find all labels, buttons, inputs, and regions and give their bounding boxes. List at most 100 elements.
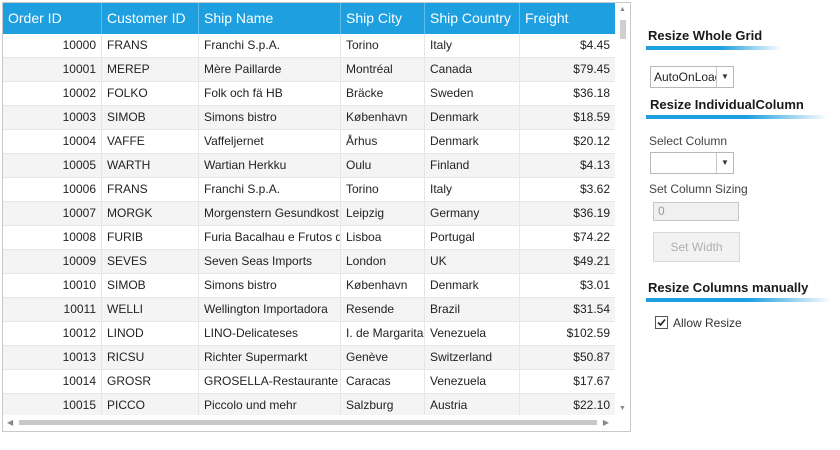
cell-ship-country[interactable]: Switzerland	[425, 346, 520, 369]
cell-ship-name[interactable]: Folk och fä HB	[199, 82, 341, 105]
cell-ship-city[interactable]: København	[341, 106, 425, 129]
cell-ship-city[interactable]: Montréal	[341, 58, 425, 81]
cell-customer-id[interactable]: SIMOB	[102, 106, 199, 129]
cell-ship-city[interactable]: Leipzig	[341, 202, 425, 225]
table-row[interactable]: 10002 FOLKO Folk och fä HB Bräcke Sweden $36.…	[3, 82, 615, 106]
column-header-ship-country[interactable]: Ship Country	[425, 3, 520, 34]
table-row[interactable]: 10007 MORGK Morgenstern Gesundkost Leipzig G…	[3, 202, 615, 226]
cell-order-id[interactable]: 10013	[3, 346, 102, 369]
table-row[interactable]: 10009 SEVES Seven Seas Imports London UK $49.…	[3, 250, 615, 274]
horizontal-scroll-thumb[interactable]	[19, 420, 597, 425]
cell-customer-id[interactable]: SEVES	[102, 250, 199, 273]
table-row[interactable]: 10013 RICSU Richter Supermarkt Genève Switze…	[3, 346, 615, 370]
scroll-down-arrow-icon[interactable]: ▼	[619, 405, 626, 412]
cell-freight[interactable]: $49.21	[520, 250, 615, 273]
cell-ship-country[interactable]: Austria	[425, 394, 520, 417]
cell-customer-id[interactable]: FRANS	[102, 34, 199, 57]
cell-ship-country[interactable]: Brazil	[425, 298, 520, 321]
cell-order-id[interactable]: 10007	[3, 202, 102, 225]
cell-freight[interactable]: $3.62	[520, 178, 615, 201]
cell-ship-country[interactable]: Venezuela	[425, 370, 520, 393]
cell-ship-country[interactable]: Italy	[425, 34, 520, 57]
cell-ship-city[interactable]: Århus	[341, 130, 425, 153]
cell-freight[interactable]: $102.59	[520, 322, 615, 345]
scroll-up-arrow-icon[interactable]: ▲	[619, 6, 626, 13]
cell-ship-country[interactable]: Finland	[425, 154, 520, 177]
cell-freight[interactable]: $20.12	[520, 130, 615, 153]
column-header-ship-name[interactable]: Ship Name	[199, 3, 341, 34]
cell-customer-id[interactable]: WARTH	[102, 154, 199, 177]
cell-order-id[interactable]: 10011	[3, 298, 102, 321]
cell-order-id[interactable]: 10009	[3, 250, 102, 273]
table-row[interactable]: 10012 LINOD LINO-Delicateses I. de Margarit…	[3, 322, 615, 346]
column-header-order-id[interactable]: Order ID	[3, 3, 102, 34]
chevron-down-icon[interactable]: ▼	[716, 67, 733, 87]
cell-ship-name[interactable]: Wartian Herkku	[199, 154, 341, 177]
cell-ship-name[interactable]: GROSELLA-Restaurante	[199, 370, 341, 393]
column-header-freight[interactable]: Freight	[520, 3, 615, 34]
cell-order-id[interactable]: 10012	[3, 322, 102, 345]
cell-customer-id[interactable]: GROSR	[102, 370, 199, 393]
cell-order-id[interactable]: 10005	[3, 154, 102, 177]
cell-customer-id[interactable]: RICSU	[102, 346, 199, 369]
chevron-down-icon[interactable]: ▼	[716, 153, 733, 173]
cell-ship-country[interactable]: Denmark	[425, 274, 520, 297]
vertical-scrollbar[interactable]: ▲ ▼	[616, 3, 630, 415]
cell-ship-name[interactable]: Simons bistro	[199, 106, 341, 129]
cell-ship-country[interactable]: Sweden	[425, 82, 520, 105]
cell-freight[interactable]: $4.45	[520, 34, 615, 57]
cell-customer-id[interactable]: VAFFE	[102, 130, 199, 153]
cell-ship-city[interactable]: København	[341, 274, 425, 297]
table-row[interactable]: 10006 FRANS Franchi S.p.A. Torino Italy $3.62	[3, 178, 615, 202]
cell-freight[interactable]: $50.87	[520, 346, 615, 369]
scroll-right-arrow-icon[interactable]: ▶	[603, 418, 609, 427]
table-row[interactable]: 10010 SIMOB Simons bistro København Denmark $…	[3, 274, 615, 298]
vertical-scroll-thumb[interactable]	[620, 20, 626, 39]
cell-ship-city[interactable]: Resende	[341, 298, 425, 321]
cell-customer-id[interactable]: WELLI	[102, 298, 199, 321]
horizontal-scrollbar[interactable]: ◀ ▶	[3, 415, 615, 431]
cell-ship-city[interactable]: Genève	[341, 346, 425, 369]
cell-ship-city[interactable]: London	[341, 250, 425, 273]
table-row[interactable]: 10000 FRANS Franchi S.p.A. Torino Italy $4.45	[3, 34, 615, 58]
table-row[interactable]: 10003 SIMOB Simons bistro København Denmark $…	[3, 106, 615, 130]
cell-order-id[interactable]: 10002	[3, 82, 102, 105]
cell-ship-city[interactable]: Torino	[341, 34, 425, 57]
cell-ship-country[interactable]: Portugal	[425, 226, 520, 249]
cell-customer-id[interactable]: FOLKO	[102, 82, 199, 105]
cell-freight[interactable]: $79.45	[520, 58, 615, 81]
allow-resize-label[interactable]: Allow Resize	[673, 316, 742, 330]
table-row[interactable]: 10004 VAFFE Vaffeljernet Århus Denmark $20.12	[3, 130, 615, 154]
cell-order-id[interactable]: 10010	[3, 274, 102, 297]
cell-ship-name[interactable]: Furia Bacalhau e Frutos do Mar	[199, 226, 341, 249]
cell-ship-name[interactable]: Franchi S.p.A.	[199, 178, 341, 201]
cell-ship-city[interactable]: Lisboa	[341, 226, 425, 249]
cell-ship-name[interactable]: Morgenstern Gesundkost	[199, 202, 341, 225]
cell-ship-country[interactable]: Italy	[425, 178, 520, 201]
cell-freight[interactable]: $36.18	[520, 82, 615, 105]
cell-ship-country[interactable]: Denmark	[425, 106, 520, 129]
cell-freight[interactable]: $22.10	[520, 394, 615, 417]
cell-ship-name[interactable]: Wellington Importadora	[199, 298, 341, 321]
cell-freight[interactable]: $18.59	[520, 106, 615, 129]
cell-customer-id[interactable]: FRANS	[102, 178, 199, 201]
cell-ship-city[interactable]: Bräcke	[341, 82, 425, 105]
cell-customer-id[interactable]: FURIB	[102, 226, 199, 249]
cell-ship-name[interactable]: Franchi S.p.A.	[199, 34, 341, 57]
set-width-button[interactable]: Set Width	[653, 232, 740, 262]
cell-ship-name[interactable]: Mère Paillarde	[199, 58, 341, 81]
cell-customer-id[interactable]: MEREP	[102, 58, 199, 81]
table-row[interactable]: 10014 GROSR GROSELLA-Restaurante Caracas Ven…	[3, 370, 615, 394]
cell-ship-country[interactable]: Venezuela	[425, 322, 520, 345]
allow-resize-checkbox[interactable]	[655, 316, 668, 329]
cell-ship-country[interactable]: Germany	[425, 202, 520, 225]
cell-ship-name[interactable]: Richter Supermarkt	[199, 346, 341, 369]
column-header-ship-city[interactable]: Ship City	[341, 3, 425, 34]
cell-order-id[interactable]: 10015	[3, 394, 102, 417]
cell-customer-id[interactable]: PICCO	[102, 394, 199, 417]
cell-ship-city[interactable]: Caracas	[341, 370, 425, 393]
cell-customer-id[interactable]: MORGK	[102, 202, 199, 225]
cell-ship-country[interactable]: UK	[425, 250, 520, 273]
column-header-customer-id[interactable]: Customer ID	[102, 3, 199, 34]
whole-grid-mode-combo[interactable]: AutoOnLoad ▼	[650, 66, 734, 88]
